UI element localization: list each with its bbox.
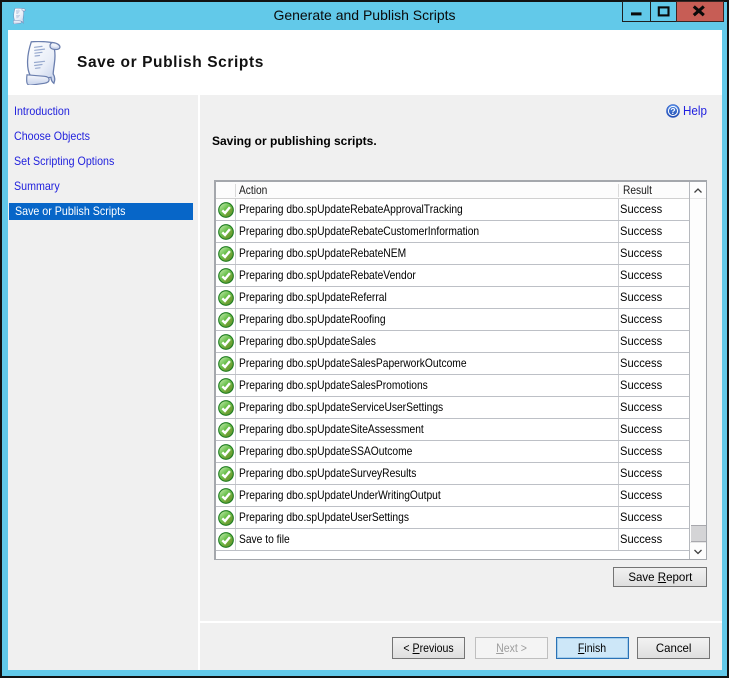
svg-text:?: ? [670, 106, 675, 116]
